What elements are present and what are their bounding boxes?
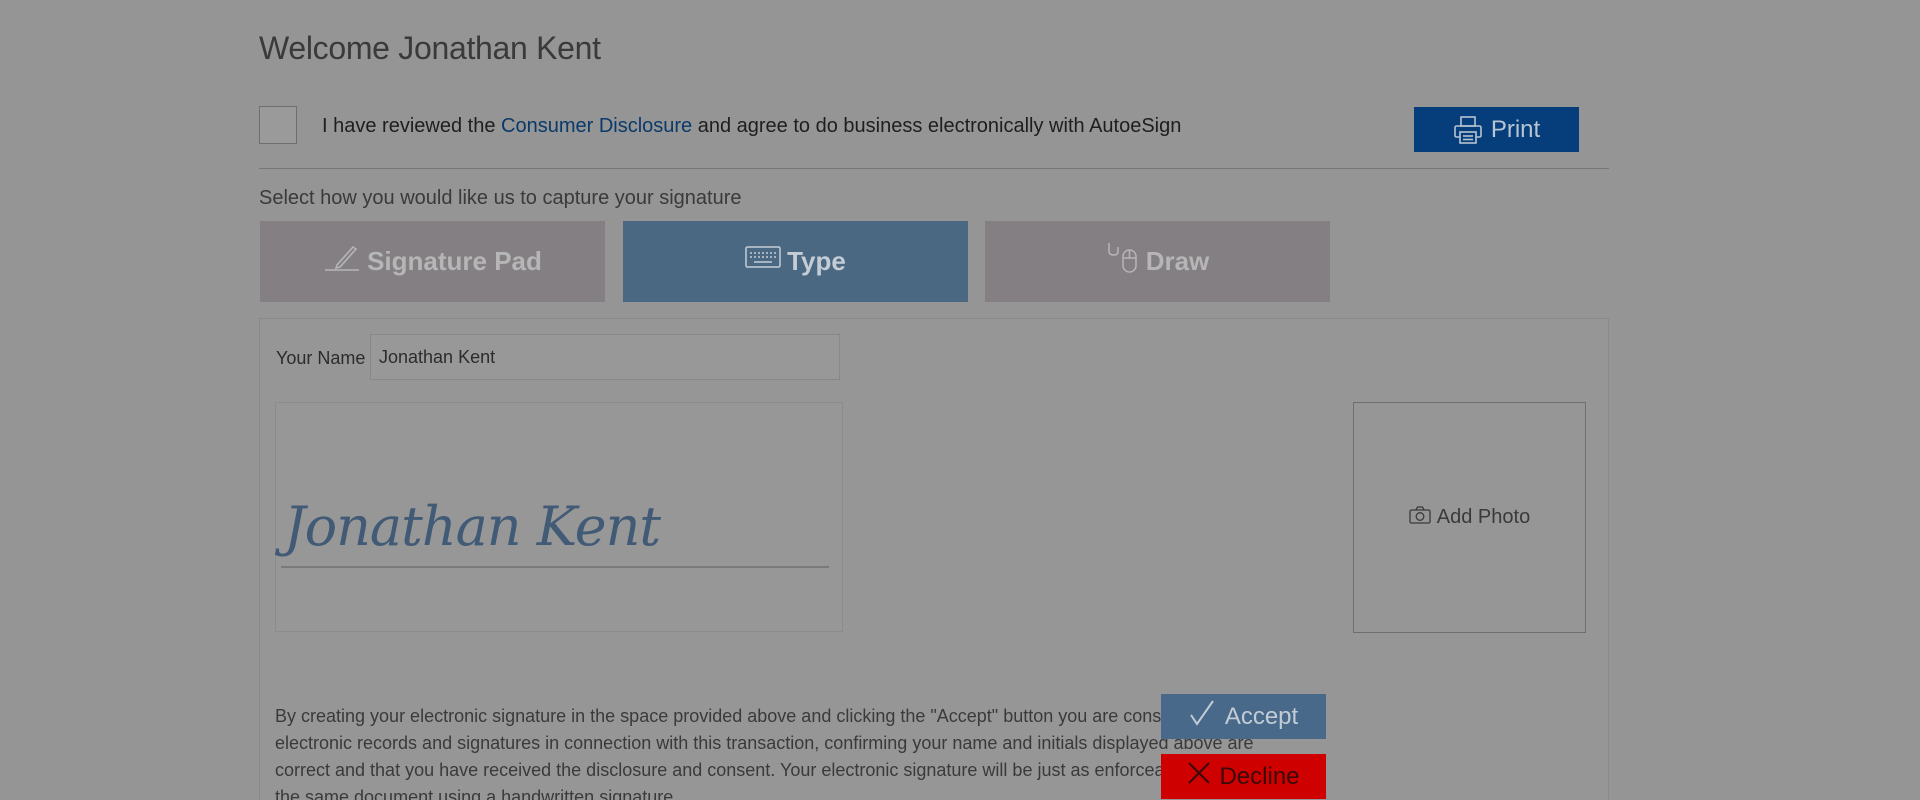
checkmark-icon <box>1189 699 1215 734</box>
capture-prompt: Select how you would like us to capture … <box>259 187 742 209</box>
consent-text-after: and agree to do business electronically … <box>692 115 1182 137</box>
accept-button[interactable]: Accept <box>1161 694 1326 739</box>
print-button[interactable]: Print <box>1414 107 1579 152</box>
tab-signature-pad[interactable]: Signature Pad <box>260 221 605 302</box>
signature-panel: Your Name Jonathan Kent Add Photo By cre… <box>259 318 1609 800</box>
printer-icon <box>1453 115 1483 145</box>
name-input[interactable] <box>370 334 840 380</box>
page-title: Welcome Jonathan Kent <box>259 30 601 66</box>
signature-capture-page: Welcome Jonathan Kent I have reviewed th… <box>0 0 1920 800</box>
signature-preview-text: Jonathan Kent <box>284 495 661 558</box>
consent-text: I have reviewed the Consumer Disclosure … <box>322 115 1181 138</box>
tab-signature-pad-label: Signature Pad <box>367 246 542 276</box>
mouse-icon <box>1106 241 1140 282</box>
add-photo-label: Add Photo <box>1436 506 1531 528</box>
keyboard-icon <box>745 245 781 278</box>
tab-draw[interactable]: Draw <box>985 221 1330 302</box>
consent-row: I have reviewed the Consumer Disclosure … <box>259 106 1609 169</box>
consent-checkbox[interactable] <box>259 106 297 144</box>
signature-preview-box: Jonathan Kent <box>275 402 843 632</box>
add-photo-button[interactable]: Add Photo <box>1353 402 1586 633</box>
signature-baseline <box>281 566 829 568</box>
accept-button-label: Accept <box>1224 702 1299 730</box>
tab-type-label: Type <box>787 246 846 276</box>
name-label: Your Name <box>276 348 366 368</box>
print-button-label: Print <box>1490 115 1541 143</box>
legal-consent-text: By creating your electronic signature in… <box>275 706 1275 800</box>
x-icon <box>1187 761 1211 792</box>
camera-icon <box>1409 505 1431 530</box>
consumer-disclosure-link[interactable]: Consumer Disclosure <box>501 115 692 137</box>
tab-draw-label: Draw <box>1145 246 1210 276</box>
pen-icon <box>323 243 361 280</box>
decline-button-label: Decline <box>1219 762 1300 790</box>
consent-text-before: I have reviewed the <box>322 115 501 137</box>
decline-button[interactable]: Decline <box>1161 754 1326 799</box>
tab-type[interactable]: Type <box>623 221 968 302</box>
